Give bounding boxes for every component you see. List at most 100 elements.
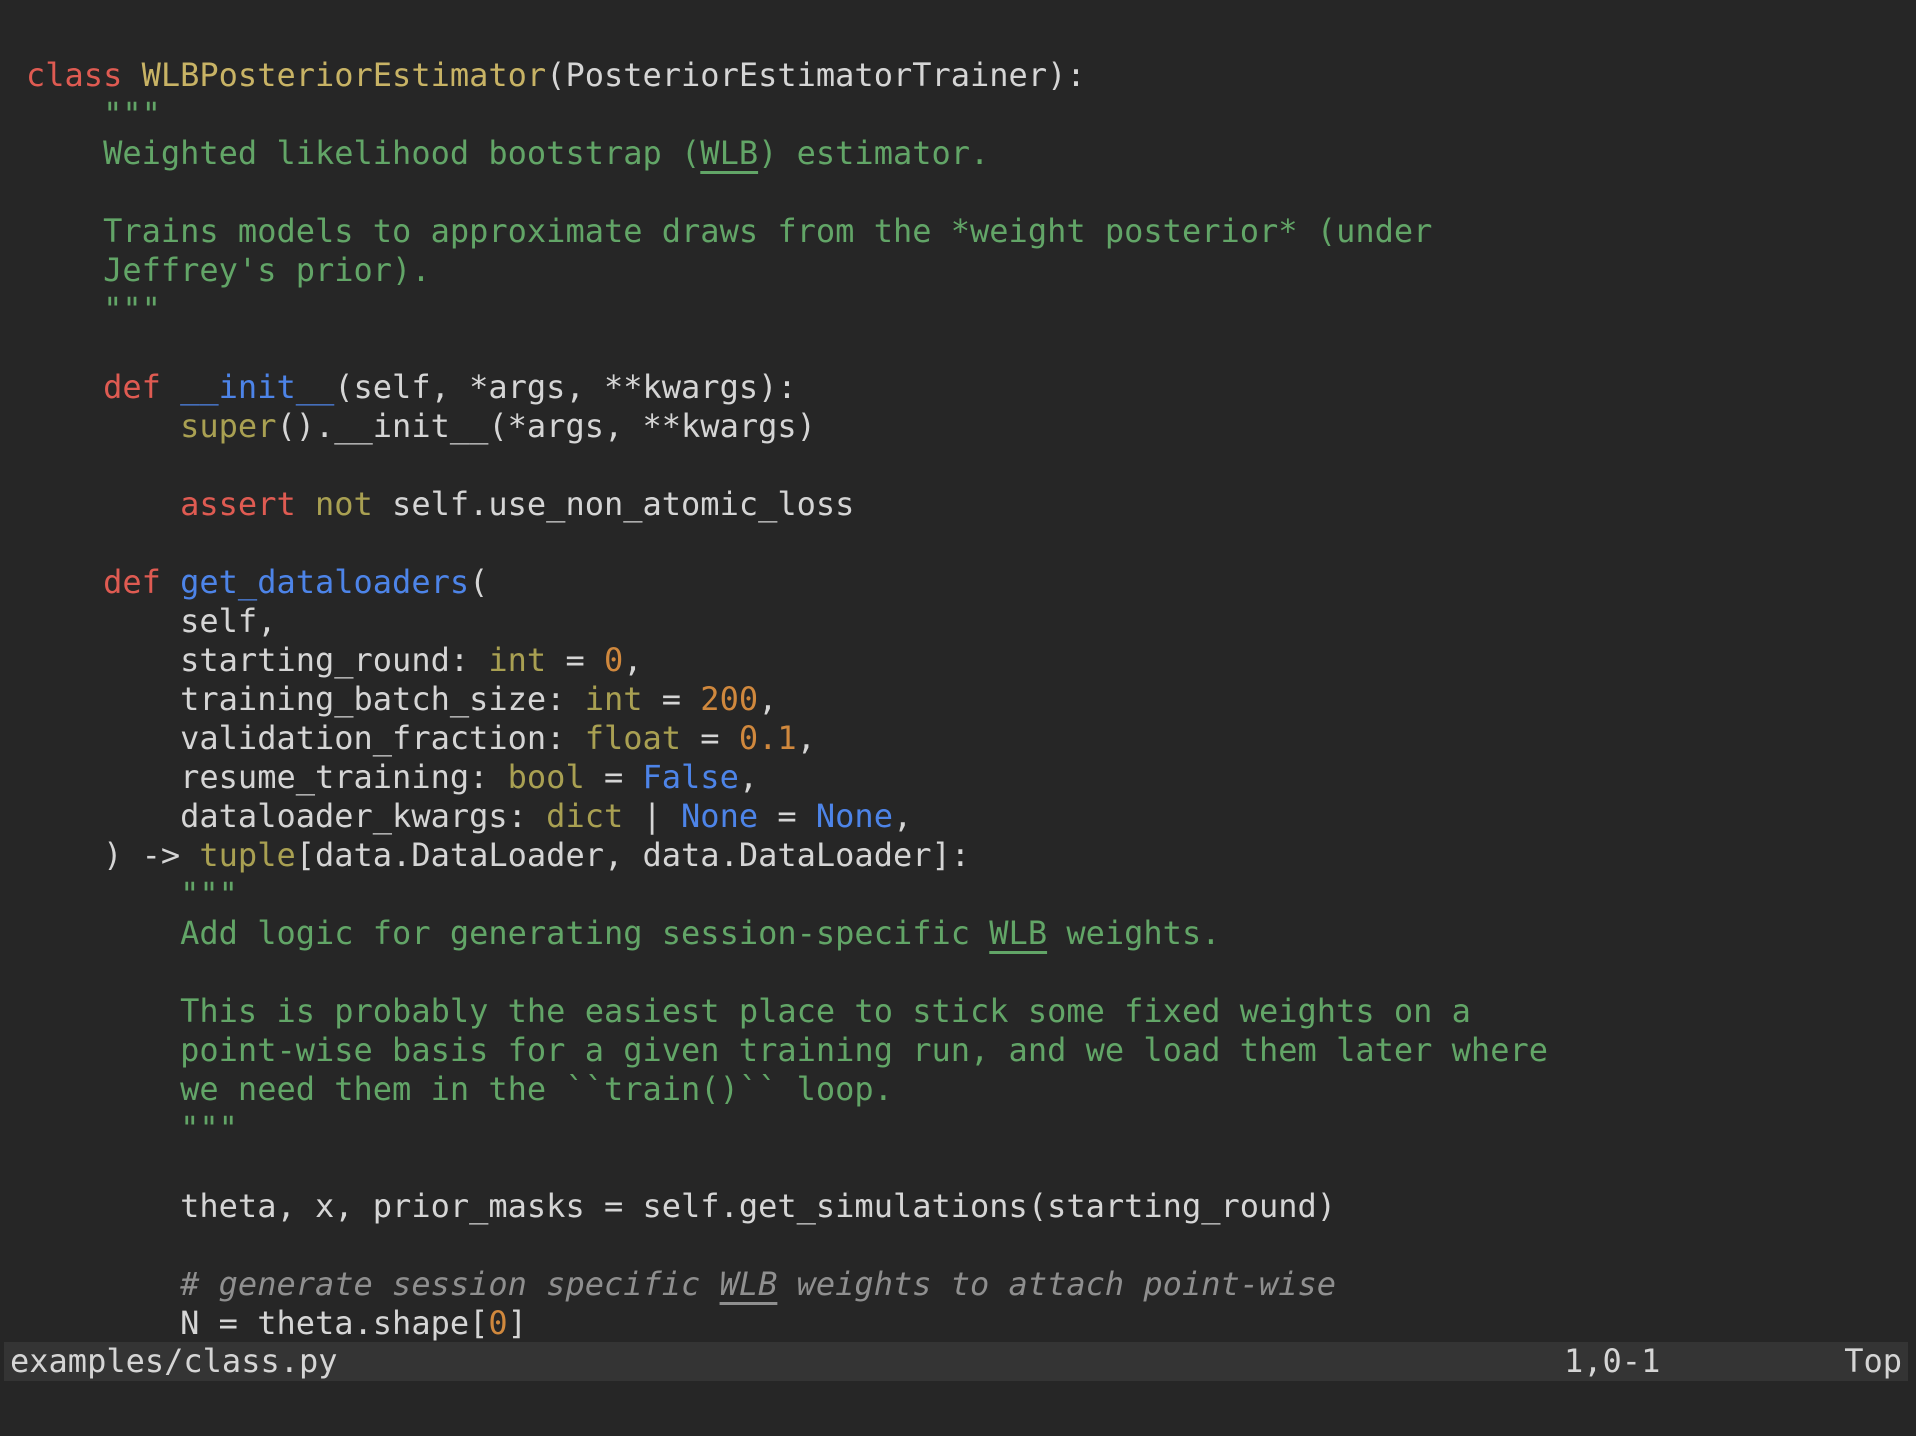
code-token: 0 bbox=[488, 1304, 508, 1342]
code-line: class WLBPosteriorEstimator(PosteriorEst… bbox=[26, 56, 1548, 95]
code-token: None bbox=[681, 797, 759, 835]
code-line: """ bbox=[26, 875, 1548, 914]
code-token: ] bbox=[507, 1304, 527, 1342]
code-token: ( bbox=[469, 563, 489, 601]
code-token: point-wise basis for a given training ru… bbox=[26, 1031, 1548, 1069]
code-token: training_batch_size: bbox=[26, 680, 585, 718]
code-token: int bbox=[584, 680, 643, 718]
code-token: ().__init__(*args, **kwargs) bbox=[276, 407, 816, 445]
code-line: Trains models to approximate draws from … bbox=[26, 212, 1548, 251]
code-token: N = theta.shape[ bbox=[26, 1304, 489, 1342]
code-line: def get_dataloaders( bbox=[26, 563, 1548, 602]
code-line: def __init__(self, *args, **kwargs): bbox=[26, 368, 1548, 407]
code-token: , bbox=[796, 719, 816, 757]
code-line: # generate session specific WLB weights … bbox=[26, 1265, 1548, 1304]
code-token: , bbox=[738, 758, 759, 796]
code-token: Weighted likelihood bootstrap ( bbox=[26, 134, 701, 172]
code-token: None bbox=[815, 797, 893, 835]
code-token: """ bbox=[26, 290, 161, 328]
code-line: """ bbox=[26, 95, 1548, 134]
code-token: """ bbox=[26, 1109, 238, 1147]
code-token: False bbox=[642, 758, 739, 796]
code-token: WLBPosteriorEstimator bbox=[141, 56, 547, 94]
code-line: super().__init__(*args, **kwargs) bbox=[26, 407, 1548, 446]
code-token: | bbox=[623, 797, 682, 835]
code-token: def bbox=[103, 368, 161, 406]
status-filename: examples/class.py bbox=[10, 1342, 338, 1380]
code-token: assert bbox=[180, 485, 296, 523]
code-token: """ bbox=[26, 95, 161, 133]
code-token: dataloader_kwargs: bbox=[26, 797, 547, 835]
code-token: This is probably the easiest place to st… bbox=[26, 992, 1471, 1030]
code-token: get_dataloaders bbox=[180, 563, 470, 601]
code-token: resume_training: bbox=[26, 758, 508, 796]
vim-editor-window: class WLBPosteriorEstimator(PosteriorEst… bbox=[0, 0, 1916, 1436]
code-area[interactable]: class WLBPosteriorEstimator(PosteriorEst… bbox=[0, 0, 1548, 1343]
code-line: starting_round: int = 0, bbox=[26, 641, 1548, 680]
code-token: Add logic for generating session-specifi… bbox=[26, 914, 990, 952]
code-token: (self, *args, **kwargs): bbox=[334, 368, 797, 406]
code-token: class bbox=[26, 56, 123, 94]
code-line: resume_training: bool = False, bbox=[26, 758, 1548, 797]
code-token: WLB bbox=[989, 914, 1048, 952]
code-token: # generate session specific bbox=[26, 1265, 720, 1303]
code-token: = bbox=[642, 680, 701, 718]
code-line: Add logic for generating session-specifi… bbox=[26, 914, 1548, 953]
code-line: dataloader_kwargs: dict | None = None, bbox=[26, 797, 1548, 836]
code-token: WLB bbox=[719, 1265, 778, 1303]
code-token: = bbox=[758, 797, 816, 835]
code-line: Jeffrey's prior). bbox=[26, 251, 1548, 290]
code-token: [data.DataLoader, data.DataLoader]: bbox=[295, 836, 971, 874]
code-token: int bbox=[488, 641, 547, 679]
code-line: Weighted likelihood bootstrap (WLB) esti… bbox=[26, 134, 1548, 173]
code-line: """ bbox=[26, 290, 1548, 329]
code-token: = bbox=[681, 719, 739, 757]
code-token: (PosteriorEstimatorTrainer): bbox=[546, 56, 1086, 94]
code-token: , bbox=[623, 641, 643, 679]
code-line: N = theta.shape[0] bbox=[26, 1304, 1548, 1343]
code-token: super bbox=[180, 407, 277, 445]
code-token: starting_round: bbox=[26, 641, 489, 679]
status-scroll-position: Top bbox=[1844, 1342, 1902, 1380]
code-token: , bbox=[892, 797, 913, 835]
code-line: theta, x, prior_masks = self.get_simulat… bbox=[26, 1187, 1548, 1226]
code-token: we need them in the ``train()`` loop. bbox=[26, 1070, 893, 1108]
code-token: theta, x, prior_masks = self.get_simulat… bbox=[26, 1187, 1337, 1225]
code-token: WLB bbox=[700, 134, 759, 172]
code-token: tuple bbox=[199, 836, 296, 874]
code-token: dict bbox=[546, 797, 624, 835]
code-token: = bbox=[546, 641, 604, 679]
code-token: 0 bbox=[603, 641, 624, 679]
code-token: def bbox=[103, 563, 161, 601]
code-line: point-wise basis for a given training ru… bbox=[26, 1031, 1548, 1070]
code-line: we need them in the ``train()`` loop. bbox=[26, 1070, 1548, 1109]
code-token: = bbox=[584, 758, 643, 796]
code-token: weights to attach point-wise bbox=[777, 1265, 1337, 1303]
code-token: validation_fraction: bbox=[26, 719, 585, 757]
code-line: training_batch_size: int = 200, bbox=[26, 680, 1548, 719]
code-token: float bbox=[584, 719, 682, 757]
code-token: 200 bbox=[700, 680, 759, 718]
status-cursor-position: 1,0-1 bbox=[1564, 1342, 1661, 1380]
code-token: ) estimator. bbox=[758, 134, 990, 172]
code-line: self, bbox=[26, 602, 1548, 641]
code-token: not bbox=[314, 485, 373, 523]
code-token: self, bbox=[26, 602, 277, 640]
code-token: Jeffrey's prior). bbox=[26, 251, 431, 289]
code-line: This is probably the easiest place to st… bbox=[26, 992, 1548, 1031]
code-line: """ bbox=[26, 1109, 1548, 1148]
code-token: , bbox=[758, 680, 778, 718]
code-token: __init__ bbox=[180, 368, 335, 406]
code-token: 0.1 bbox=[738, 719, 797, 757]
